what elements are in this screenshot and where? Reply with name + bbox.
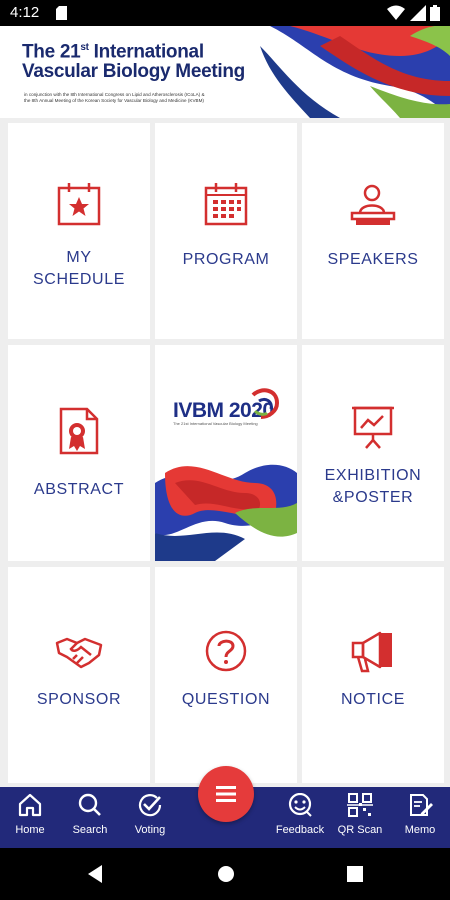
- search-icon: [78, 793, 101, 816]
- tile-notice[interactable]: NOTICE: [302, 567, 444, 783]
- tile-abstract-label: ABSTRACT: [33, 481, 125, 498]
- tile-question-label: QUESTION: [181, 691, 271, 708]
- tile-sponsor[interactable]: SPONSOR: [8, 567, 150, 783]
- nav-qr-scan[interactable]: QR Scan: [330, 793, 390, 836]
- recents-icon[interactable]: [346, 865, 364, 883]
- nav-feedback[interactable]: Feedback: [270, 792, 330, 836]
- tile-exhibition-label: EXHIBITION &POSTER: [324, 467, 422, 506]
- home-circle-icon[interactable]: [216, 864, 236, 884]
- nav-home[interactable]: Home: [0, 793, 60, 836]
- ivbm-logo-swirl: [251, 388, 280, 419]
- banner-subtitle: in conjunction with the 8th Internationa…: [24, 92, 205, 103]
- signal-icon: [409, 5, 426, 21]
- megaphone-icon: [351, 631, 392, 673]
- tile-speakers-label: SPEAKERS: [327, 251, 419, 268]
- status-time: 4:12: [10, 4, 40, 21]
- battery-icon: [430, 5, 440, 21]
- calendar-star-icon: [57, 183, 101, 226]
- tile-my-schedule-label: MY SCHEDULE: [33, 249, 125, 288]
- certificate-document-icon: [59, 407, 99, 455]
- nav-voting[interactable]: Voting: [120, 793, 180, 836]
- wifi-icon: [387, 5, 406, 20]
- nav-search[interactable]: Search: [60, 793, 120, 836]
- tile-my-schedule[interactable]: MY SCHEDULE: [8, 123, 150, 339]
- event-banner: The 21st International Vascular Biology …: [0, 26, 450, 118]
- status-bar: 4:12: [0, 0, 450, 26]
- feedback-smile-icon: [288, 792, 312, 817]
- speaker-podium-icon: [350, 184, 396, 225]
- memo-edit-icon: [410, 794, 433, 816]
- menu-lines-icon: [216, 786, 236, 802]
- menu-fab-button[interactable]: [198, 766, 254, 822]
- tile-notice-label: NOTICE: [340, 691, 406, 708]
- tile-sponsor-label: SPONSOR: [36, 691, 122, 708]
- handshake-icon: [55, 637, 103, 669]
- tile-question[interactable]: QUESTION: [155, 567, 297, 783]
- qr-code-icon: [347, 793, 373, 817]
- presentation-board-icon: [352, 406, 394, 449]
- status-icons: [387, 5, 440, 26]
- ivbm-ribbon-art: [155, 464, 297, 561]
- check-circle-icon: [138, 794, 162, 817]
- tile-program[interactable]: PROGRAM: [155, 123, 297, 339]
- calendar-grid-icon: [204, 183, 248, 226]
- system-navigation-bar: [0, 848, 450, 900]
- ivbm-logo-subtitle: The 21st International Vascular Biology …: [173, 421, 258, 426]
- nav-memo[interactable]: Memo: [390, 793, 450, 836]
- tile-program-label: PROGRAM: [182, 251, 270, 268]
- home-icon: [18, 793, 42, 817]
- banner-ribbon-art: [260, 26, 450, 118]
- tile-speakers[interactable]: SPEAKERS: [302, 123, 444, 339]
- tile-exhibition-poster[interactable]: EXHIBITION &POSTER: [302, 345, 444, 561]
- banner-title: The 21st International Vascular Biology …: [22, 41, 245, 83]
- sd-card-icon: [56, 6, 67, 25]
- back-icon[interactable]: [86, 864, 104, 884]
- menu-grid: MY SCHEDULE PROGRAM SPEAKERS ABSTRACT IV…: [0, 118, 450, 786]
- question-circle-icon: [205, 630, 247, 672]
- tile-abstract[interactable]: ABSTRACT: [8, 345, 150, 561]
- tile-ivbm-logo: IVBM 2020 The 21st International Vascula…: [155, 345, 297, 561]
